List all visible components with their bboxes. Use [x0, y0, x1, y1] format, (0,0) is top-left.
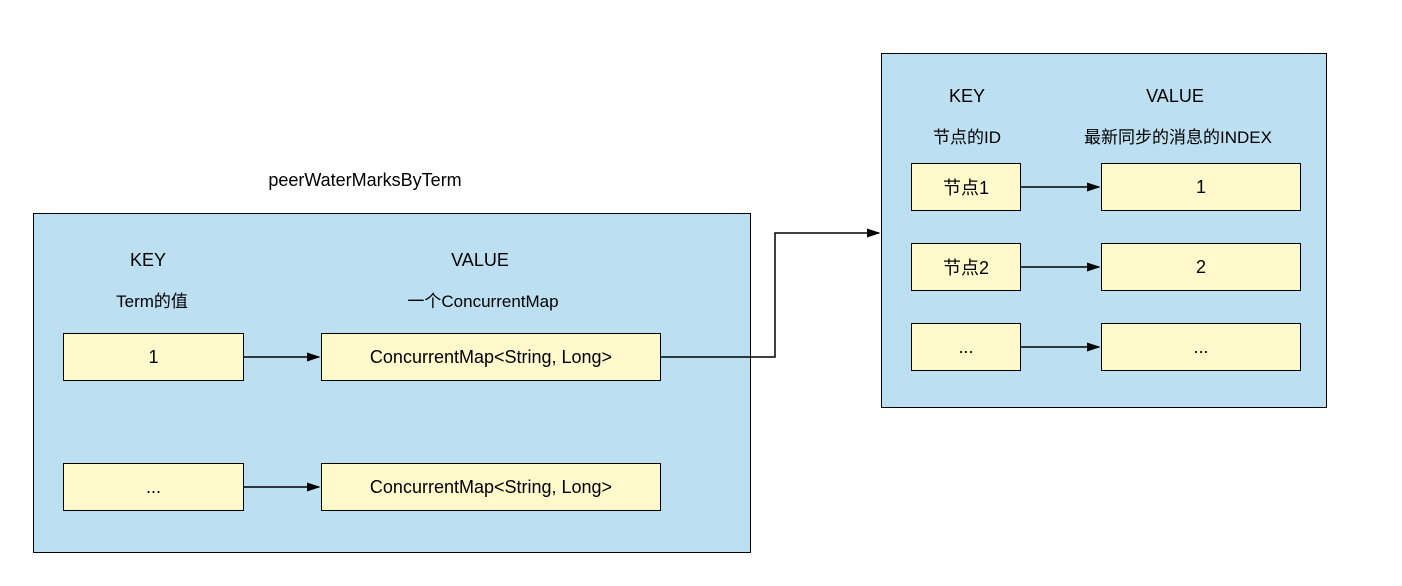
right-key-sub: 节点的ID: [932, 123, 1002, 148]
right-value-cell: ...: [1101, 323, 1301, 371]
left-value-cell: ConcurrentMap<String, Long>: [321, 333, 661, 381]
right-key-cell: ...: [911, 323, 1021, 371]
left-key-cell: 1: [63, 333, 244, 381]
left-value-header: VALUE: [440, 250, 520, 271]
right-key-cell: 节点1: [911, 163, 1021, 211]
right-value-header: VALUE: [1135, 86, 1215, 107]
right-key-header: KEY: [937, 86, 997, 107]
left-key-cell: ...: [63, 463, 244, 511]
left-key-header: KEY: [118, 250, 178, 271]
left-value-sub: 一个ConcurrentMap: [403, 287, 563, 312]
right-value-cell: 2: [1101, 243, 1301, 291]
right-value-sub: 最新同步的消息的INDEX: [1083, 123, 1273, 148]
right-value-cell: 1: [1101, 163, 1301, 211]
left-value-cell: ConcurrentMap<String, Long>: [321, 463, 661, 511]
left-key-sub: Term的值: [107, 287, 197, 312]
diagram-title: peerWaterMarksByTerm: [260, 170, 470, 191]
right-key-cell: 节点2: [911, 243, 1021, 291]
